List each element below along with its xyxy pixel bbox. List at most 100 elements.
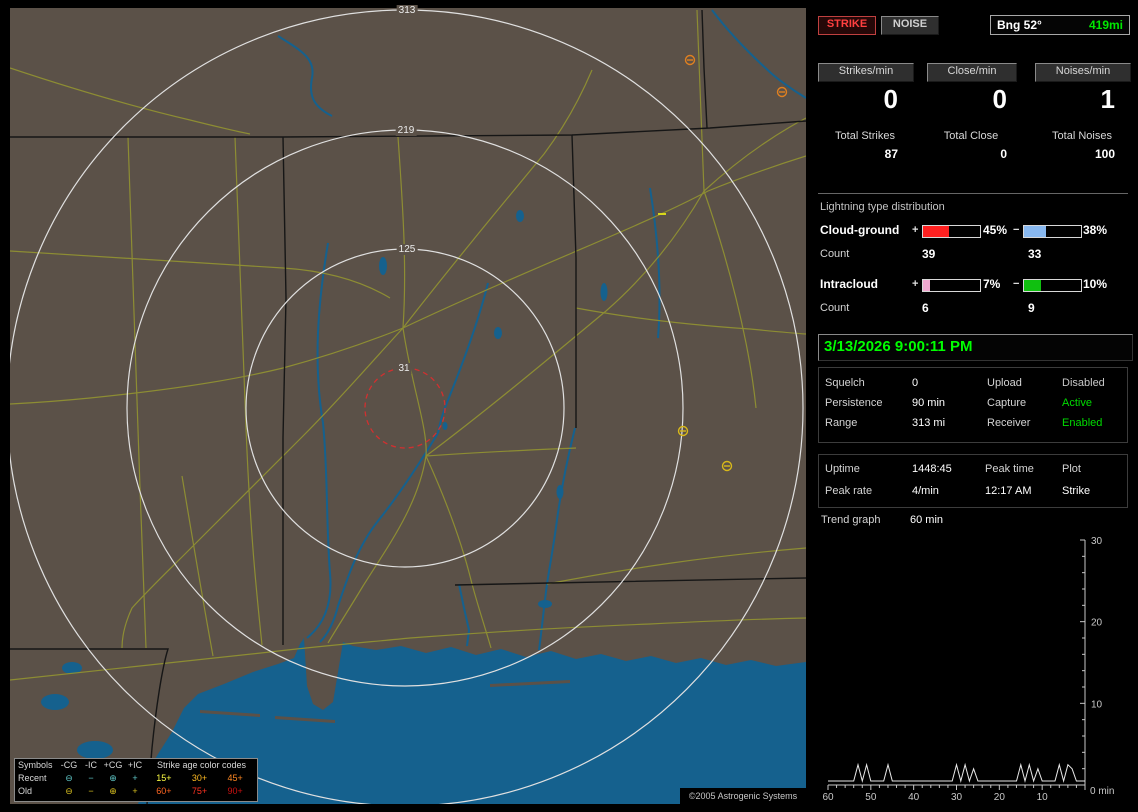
receiver-status: Enabled (1062, 417, 1103, 429)
plus-sign: + (912, 224, 919, 236)
strikes-per-min-button[interactable]: Strikes/min (818, 63, 914, 82)
settings-box: Squelch 0 Upload Disabled Persistence 90… (818, 367, 1128, 443)
age-code: 45+ (227, 773, 243, 783)
range-ring-label-313: 313 (396, 5, 418, 16)
separator (818, 193, 1128, 194)
legend-row-old-label: Old (18, 786, 33, 796)
plus-sign: + (912, 278, 919, 290)
range-ring-label-31: 31 (396, 363, 412, 374)
peak-time-value: 12:17 AM (985, 485, 1032, 497)
age-code: 75+ (191, 786, 208, 796)
uptime-value: 1448:45 (912, 463, 952, 475)
intracloud-count-row: Count 6 9 (815, 302, 1138, 316)
svg-text:10: 10 (1091, 699, 1103, 710)
upload-status: Disabled (1062, 377, 1105, 389)
svg-text:30: 30 (951, 792, 963, 803)
cloud-ground-label: Cloud-ground (820, 223, 900, 237)
close-per-min-button[interactable]: Close/min (927, 63, 1017, 82)
svg-text:50: 50 (865, 792, 877, 803)
total-close-label: Total Close (943, 130, 999, 142)
total-strikes-label: Total Strikes (835, 130, 895, 142)
cg-plus-percent: 45% (983, 223, 1008, 237)
plot-mode-value: Strike (1062, 485, 1091, 497)
persistence-value: 90 min (912, 397, 946, 409)
total-strikes-value: 87 (884, 147, 898, 161)
peak-time-label: Peak time (985, 463, 1034, 475)
minus-sign: − (1013, 278, 1020, 290)
total-close-value: 0 (1000, 147, 1007, 161)
capture-status: Active (1062, 397, 1092, 409)
ic-plus-bar (922, 279, 981, 292)
bearing-label: Bng 52° (997, 18, 1042, 32)
range-value: 313 mi (912, 417, 946, 429)
ic-plus-count: 6 (922, 301, 929, 315)
squelch-label: Squelch (825, 377, 865, 389)
legend-symbols-header: Symbols (18, 760, 53, 770)
lightning-map[interactable]: 313 219 125 31 Symbols -CG -IC +CG +IC S… (10, 5, 806, 804)
svg-text:40: 40 (908, 792, 920, 803)
capture-label: Capture (987, 397, 1027, 409)
bearing-distance: 419mi (1088, 18, 1123, 32)
distribution-row-intracloud: Intracloud + 7% − 10% (815, 278, 1138, 292)
legend-col--ic: -IC (85, 760, 97, 770)
minus-icon: − (88, 786, 94, 796)
trend-graph-header: Trend graph 60 min (815, 514, 1138, 528)
noises-per-min-button[interactable]: Noises/min (1035, 63, 1131, 82)
persistence-label: Persistence (825, 397, 883, 409)
minus-icon: − (88, 773, 94, 783)
svg-text:20: 20 (994, 792, 1006, 803)
upload-label: Upload (987, 377, 1022, 389)
trend-graph-label: Trend graph (821, 514, 881, 526)
strikes-per-min-value: 0 (883, 84, 898, 114)
ic-minus-bar (1023, 279, 1082, 292)
distribution-row-cloud-ground: Cloud-ground + 45% − 38% (815, 224, 1138, 238)
count-label: Count (820, 302, 850, 314)
squelch-value: 0 (912, 377, 919, 389)
age-code: 15+ (156, 773, 172, 783)
svg-text:0 min: 0 min (1090, 786, 1114, 797)
intracloud-label: Intracloud (820, 277, 879, 291)
count-label: Count (820, 248, 850, 260)
legend-col-+cg: +CG (103, 760, 123, 770)
bearing-readout: Bng 52° 419mi (990, 15, 1130, 35)
copyright-notice: ©2005 Astrogenic Systems (680, 788, 806, 804)
plus-icon: + (132, 773, 138, 783)
noise-toggle-button[interactable]: NOISE (881, 16, 939, 35)
cg-plus-bar (922, 225, 981, 238)
circle-minus-icon: ⊖ (65, 786, 73, 796)
legend-col--cg: -CG (60, 760, 78, 770)
peak-rate-value: 4/min (912, 485, 939, 497)
date-time-display: 3/13/2026 9:00:11 PM (818, 334, 1133, 361)
distribution-title: Lightning type distribution (820, 201, 945, 213)
uptime-box: Uptime 1448:45 Peak time Plot Peak rate … (818, 454, 1128, 508)
strike-toggle-button[interactable]: STRIKE (818, 16, 876, 35)
close-per-min-value: 0 (992, 84, 1007, 114)
range-ring-label-125: 125 (396, 244, 418, 255)
cg-plus-count: 39 (922, 247, 936, 261)
minus-sign: − (1013, 224, 1020, 236)
svg-text:10: 10 (1037, 792, 1049, 803)
circle-plus-icon: ⊕ (109, 786, 117, 796)
ic-minus-count: 9 (1028, 301, 1035, 315)
map-legend: Symbols -CG -IC +CG +IC Strike age color… (14, 758, 258, 802)
legend-col-+ic: +IC (127, 760, 143, 770)
noises-per-min-value: 1 (1100, 84, 1115, 114)
circle-plus-icon: ⊕ (109, 773, 117, 783)
age-code: 90+ (227, 786, 243, 796)
cg-minus-percent: 38% (1083, 223, 1108, 237)
cloud-ground-count-row: Count 39 33 (815, 248, 1138, 262)
total-noises-value: 100 (1094, 147, 1115, 161)
svg-text:60: 60 (822, 792, 834, 803)
ic-minus-percent: 10% (1083, 277, 1108, 291)
legend-age-header: Strike age color codes (156, 760, 247, 770)
svg-text:20: 20 (1091, 618, 1103, 629)
age-code: 30+ (191, 773, 208, 783)
uptime-label: Uptime (825, 463, 860, 475)
receiver-label: Receiver (987, 417, 1031, 429)
control-panel: STRIKE NOISE Bng 52° 419mi Strikes/min C… (815, 0, 1138, 812)
ic-plus-percent: 7% (983, 277, 1001, 291)
plot-label: Plot (1062, 463, 1081, 475)
trend-window-value: 60 min (910, 514, 944, 526)
cg-minus-bar (1023, 225, 1082, 238)
circle-minus-icon: ⊖ (65, 773, 73, 783)
